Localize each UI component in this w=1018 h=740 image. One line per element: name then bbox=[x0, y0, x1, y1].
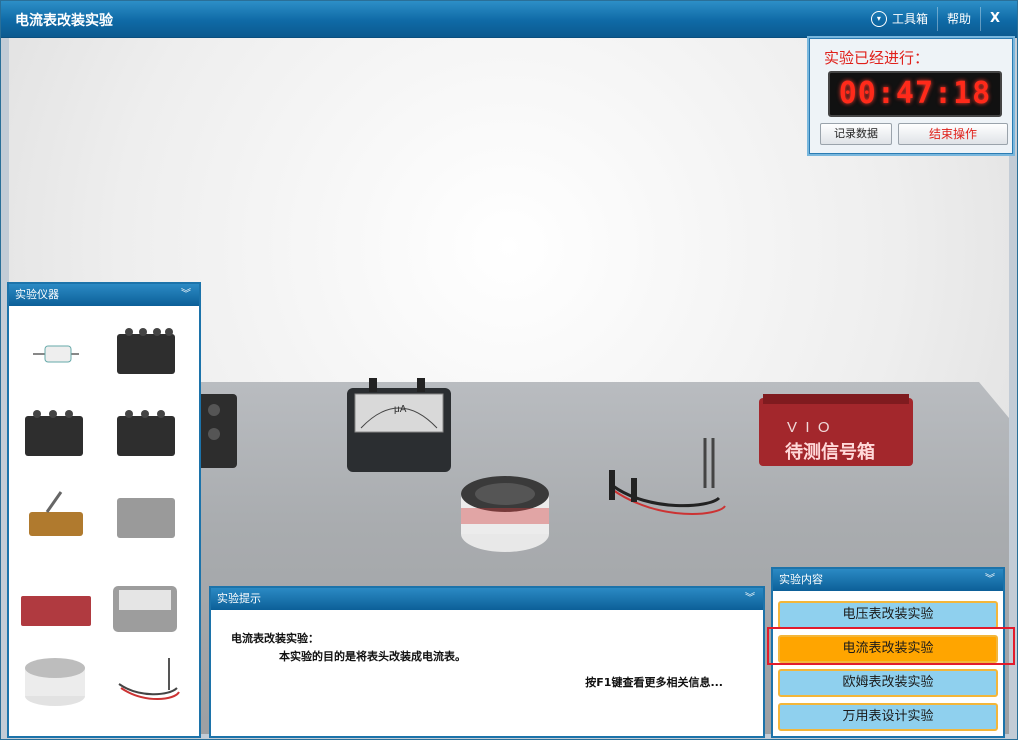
hint-panel: 实验提示 ︾ 电流表改装实验： 本实验的目的是将表头改装成电流表。 按F1键查看… bbox=[209, 586, 765, 738]
hint-line-2: 本实验的目的是将表头改装成电流表。 bbox=[279, 650, 466, 663]
toolbox-button[interactable]: ▾ 工具箱 bbox=[862, 7, 937, 31]
signal-box-object[interactable]: V I O 待测信号箱 bbox=[759, 394, 913, 466]
instrument-switch[interactable] bbox=[29, 491, 83, 536]
signal-box-terminals: V I O bbox=[787, 419, 830, 436]
instrument-microammeter[interactable] bbox=[113, 586, 177, 632]
titlebar-controls: ▾ 工具箱 帮助 X bbox=[862, 7, 1009, 31]
elapsed-time-display: 00:47:18 bbox=[828, 71, 1002, 117]
instruments-panel: 实验仪器 ︾ bbox=[7, 282, 201, 738]
end-operation-button[interactable]: 结束操作 bbox=[898, 123, 1008, 145]
instrument-capacitor[interactable] bbox=[33, 345, 79, 363]
collapse-icon[interactable]: ︾ bbox=[181, 284, 191, 306]
instruments-panel-title: 实验仪器 bbox=[15, 288, 59, 301]
experiment-voltmeter-button[interactable]: 电压表改装实验 bbox=[778, 601, 998, 629]
signal-box-label: 待测信号箱 bbox=[785, 441, 875, 462]
experiment-ohmmeter-button[interactable]: 欧姆表改装实验 bbox=[778, 669, 998, 697]
toolbox-label: 工具箱 bbox=[891, 12, 928, 26]
hint-footer: 按F1键查看更多相关信息... bbox=[585, 676, 723, 689]
instrument-rheostat[interactable] bbox=[25, 658, 85, 706]
instruments-panel-header[interactable]: 实验仪器 ︾ bbox=[9, 284, 199, 306]
instrument-resistance-box-3[interactable] bbox=[117, 410, 175, 456]
window-title: 电流表改装实验 bbox=[15, 13, 113, 29]
rheostat-object[interactable] bbox=[461, 476, 549, 552]
app-window: 电流表改装实验 ▾ 工具箱 帮助 X μA V I O 待测信号箱 实验已经进行… bbox=[0, 0, 1018, 740]
instrument-resistance-box-2[interactable] bbox=[25, 410, 83, 456]
hint-line-1: 电流表改装实验： bbox=[231, 632, 319, 645]
content-panel-header[interactable]: 实验内容 ︾ bbox=[773, 569, 1003, 591]
instrument-resistance-box-1[interactable] bbox=[117, 328, 175, 374]
close-button[interactable]: X bbox=[979, 7, 1009, 31]
hint-panel-header[interactable]: 实验提示 ︾ bbox=[211, 588, 763, 610]
hint-text: 电流表改装实验： 本实验的目的是将表头改装成电流表。 bbox=[231, 630, 466, 664]
help-button[interactable]: 帮助 bbox=[936, 7, 980, 31]
chevron-down-icon: ▾ bbox=[870, 11, 887, 27]
timer-panel: 实验已经进行： 00:47:18 记录数据 结束操作 bbox=[809, 38, 1013, 154]
collapse-icon[interactable]: ︾ bbox=[745, 588, 755, 610]
collapse-icon[interactable]: ︾ bbox=[985, 569, 995, 591]
experiment-multimeter-button[interactable]: 万用表设计实验 bbox=[778, 703, 998, 731]
title-bar: 电流表改装实验 ▾ 工具箱 帮助 X bbox=[1, 1, 1017, 38]
instrument-test-leads[interactable] bbox=[118, 658, 180, 700]
instrument-resistance-box-grey[interactable] bbox=[117, 498, 175, 538]
timer-label: 实验已经进行： bbox=[824, 49, 930, 67]
record-data-button[interactable]: 记录数据 bbox=[820, 123, 892, 145]
selection-highlight bbox=[767, 627, 1015, 665]
instrument-signal-box[interactable] bbox=[21, 596, 91, 626]
microammeter-object[interactable]: μA bbox=[347, 378, 451, 472]
content-panel-title: 实验内容 bbox=[779, 573, 823, 586]
hint-panel-title: 实验提示 bbox=[217, 592, 261, 605]
meter-unit-label: μA bbox=[394, 404, 407, 415]
test-leads-object[interactable] bbox=[609, 438, 726, 515]
instrument-grid bbox=[21, 328, 180, 706]
